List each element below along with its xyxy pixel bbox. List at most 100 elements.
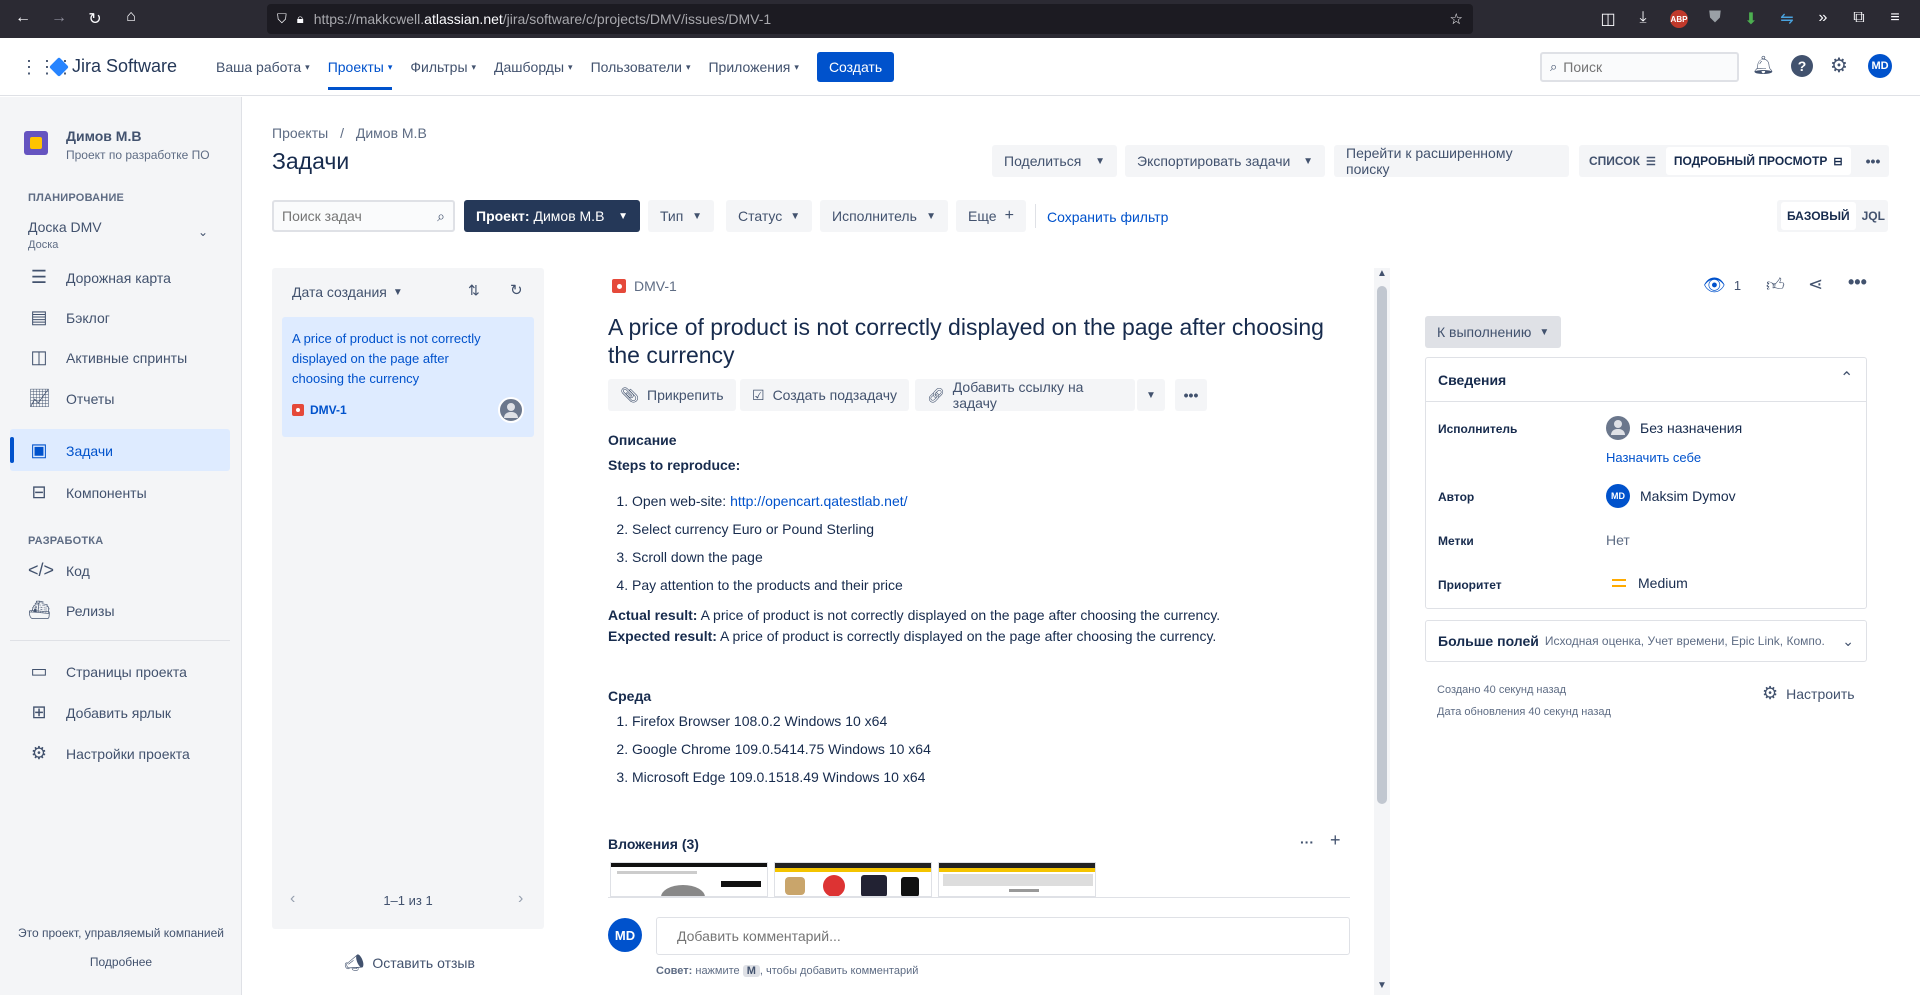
- opencart-link[interactable]: http://opencart.qatestlab.net/: [730, 493, 907, 509]
- attach-button[interactable]: 📎︎ Прикрепить: [608, 379, 736, 411]
- export-button[interactable]: Экспортировать задачи ▼: [1125, 145, 1325, 177]
- reload-icon[interactable]: ↻: [84, 9, 106, 29]
- status-filter[interactable]: Статус ▼: [726, 200, 812, 232]
- scroll-down-icon[interactable]: ▼: [1377, 980, 1387, 991]
- forward-icon[interactable]: →: [48, 9, 70, 27]
- help-icon[interactable]: ?: [1791, 55, 1813, 77]
- more-fields-panel[interactable]: Больше полей Исходная оценка, Учет време…: [1425, 620, 1867, 662]
- next-page-icon[interactable]: ›: [518, 890, 523, 908]
- refresh-icon[interactable]: ↻: [510, 281, 523, 299]
- sidebar-item-roadmap[interactable]: ☰ Дорожная карта: [28, 267, 171, 288]
- jql-mode-button[interactable]: JQL: [1856, 209, 1891, 223]
- environment-body[interactable]: Firefox Browser 108.0.2 Windows 10 x64 G…: [608, 713, 1338, 797]
- sidebar-item-reports[interactable]: 📈︎ Отчеты: [28, 388, 114, 409]
- sidebar-item-backlog[interactable]: ▤ Бэклог: [28, 307, 109, 328]
- type-filter[interactable]: Тип ▼: [648, 200, 714, 232]
- scrollbar-thumb[interactable]: [1377, 286, 1387, 804]
- attachment-thumbnail-1[interactable]: [610, 862, 768, 897]
- breadcrumb-projects[interactable]: Проекты: [272, 125, 328, 141]
- url-bar[interactable]: ⛉ 🔒︎ https://makkcwell.atlassian.net/jir…: [267, 4, 1473, 34]
- add-attachment-icon[interactable]: +: [1330, 830, 1341, 851]
- sidebar-item-issues[interactable]: ▣ Задачи: [28, 440, 113, 461]
- assignee-filter[interactable]: Исполнитель ▼: [820, 200, 948, 232]
- notifications-icon[interactable]: 🔔︎: [1752, 55, 1775, 76]
- more-filters[interactable]: Еще +: [956, 200, 1026, 232]
- reporter-value[interactable]: MD Maksim Dymov: [1606, 484, 1736, 508]
- menu-icon[interactable]: ≡: [1884, 9, 1906, 27]
- share-icon[interactable]: ⋖: [1808, 274, 1823, 295]
- shield-icon[interactable]: ⛉: [277, 11, 287, 27]
- save-filter-link[interactable]: Сохранить фильтр: [1047, 209, 1168, 225]
- sidebar-item-project-settings[interactable]: ⚙ Настройки проекта: [28, 743, 190, 764]
- scroll-up-icon[interactable]: ▲: [1377, 268, 1387, 279]
- sidebar-item-sprints[interactable]: ◫ Активные спринты: [28, 347, 187, 368]
- issue-card[interactable]: A price of product is not correctly disp…: [282, 317, 534, 437]
- nav-dashboards[interactable]: Дашборды ▾: [494, 59, 573, 75]
- issue-more-button[interactable]: •••: [1175, 379, 1207, 411]
- issue-search[interactable]: ⌕: [272, 200, 455, 232]
- sidebar-item-components[interactable]: ⊟ Компоненты: [28, 482, 146, 503]
- nav-apps[interactable]: Приложения ▾: [708, 59, 798, 75]
- sort-order-icon[interactable]: ⇅: [468, 282, 480, 299]
- nav-people[interactable]: Пользователи ▾: [591, 59, 691, 75]
- assign-to-me-link[interactable]: Назначить себе: [1606, 450, 1701, 465]
- watchers-button[interactable]: 👁︎ 1: [1703, 275, 1741, 296]
- description-body[interactable]: Steps to reproduce: Open web-site: http:…: [608, 457, 1338, 644]
- nav-projects[interactable]: Проекты ▾: [327, 44, 393, 90]
- breadcrumb-project[interactable]: Димов М.В: [356, 125, 427, 141]
- privacy-shield-icon[interactable]: ⛊: [1704, 9, 1726, 27]
- create-button[interactable]: Создать: [816, 52, 895, 82]
- attachment-thumbnail-3[interactable]: [938, 862, 1096, 897]
- status-dropdown[interactable]: К выполнению ▼: [1425, 316, 1562, 348]
- adblock-icon[interactable]: ABP: [1670, 10, 1688, 28]
- comment-input[interactable]: [677, 928, 1277, 944]
- downloads-icon[interactable]: ⤓: [1632, 9, 1654, 27]
- detail-scrollbar[interactable]: ▲ ▼: [1374, 268, 1390, 995]
- global-search[interactable]: ⌕: [1540, 52, 1739, 82]
- user-avatar[interactable]: MD: [1868, 54, 1892, 78]
- bookmark-star-icon[interactable]: ☆: [1450, 10, 1463, 28]
- list-view-button[interactable]: СПИСОК ☰: [1579, 154, 1666, 168]
- attachment-thumbnail-2[interactable]: [774, 862, 932, 897]
- attachments-more-icon[interactable]: ···: [1300, 834, 1314, 850]
- back-icon[interactable]: ←: [12, 9, 34, 27]
- link-dropdown-button[interactable]: ▼: [1137, 379, 1165, 411]
- more-extensions-icon[interactable]: »: [1812, 9, 1834, 27]
- project-filter[interactable]: Проект: Димов М.В ▼: [464, 200, 640, 232]
- sidebar-item-code[interactable]: </> Код: [28, 560, 90, 581]
- create-subtask-button[interactable]: ☑ Создать подзадачу: [740, 379, 910, 411]
- issue-search-input[interactable]: [282, 208, 422, 224]
- issue-key-breadcrumb[interactable]: DMV-1: [612, 278, 677, 294]
- extension-sync-icon[interactable]: ⇋: [1776, 9, 1798, 29]
- jira-logo[interactable]: Jira Software: [49, 56, 177, 77]
- home-icon[interactable]: ⌂: [120, 8, 142, 26]
- assignee-value[interactable]: Без назначения: [1606, 416, 1742, 440]
- board-name[interactable]: Доска DMV: [28, 219, 102, 235]
- board-chevron-icon[interactable]: ⌄: [198, 225, 208, 239]
- comment-box[interactable]: [656, 917, 1350, 955]
- extensions-icon[interactable]: ⧉: [1848, 9, 1870, 27]
- global-search-input[interactable]: [1563, 59, 1714, 75]
- nav-filters[interactable]: Фильтры ▾: [410, 59, 476, 75]
- sort-by-button[interactable]: Дата создания ▼: [292, 284, 403, 300]
- nav-your-work[interactable]: Ваша работа ▾: [216, 59, 310, 75]
- priority-value[interactable]: Medium: [1612, 575, 1688, 591]
- advanced-search-button[interactable]: Перейти к расширенному поиску: [1334, 145, 1569, 177]
- more-icon[interactable]: •••: [1848, 272, 1867, 293]
- issue-title[interactable]: A price of product is not correctly disp…: [608, 313, 1348, 369]
- sidebar-item-releases[interactable]: ⛴ Релизы: [28, 600, 115, 621]
- configure-button[interactable]: ⚙ Настроить: [1762, 683, 1855, 704]
- learn-more-link[interactable]: Подробнее: [0, 955, 242, 969]
- share-button[interactable]: Поделиться ▼: [992, 145, 1117, 177]
- project-name[interactable]: Димов М.В: [66, 128, 141, 144]
- details-header[interactable]: Сведения ⌃: [1426, 358, 1866, 402]
- labels-value[interactable]: Нет: [1606, 532, 1630, 548]
- sidebar-item-add-shortcut[interactable]: ⊞ Добавить ярлык: [28, 702, 171, 723]
- basic-mode-button[interactable]: БАЗОВЫЙ: [1781, 202, 1856, 230]
- link-issue-button[interactable]: 🔗︎ Добавить ссылку на задачу: [915, 379, 1135, 411]
- thumbs-up-icon[interactable]: 👍︎: [1766, 274, 1785, 296]
- pocket-icon[interactable]: ◫: [1597, 9, 1619, 29]
- settings-gear-icon[interactable]: ⚙: [1830, 53, 1848, 78]
- sidebar-item-project-pages[interactable]: ▭ Страницы проекта: [28, 661, 186, 682]
- download-helper-icon[interactable]: ⬇: [1740, 9, 1762, 29]
